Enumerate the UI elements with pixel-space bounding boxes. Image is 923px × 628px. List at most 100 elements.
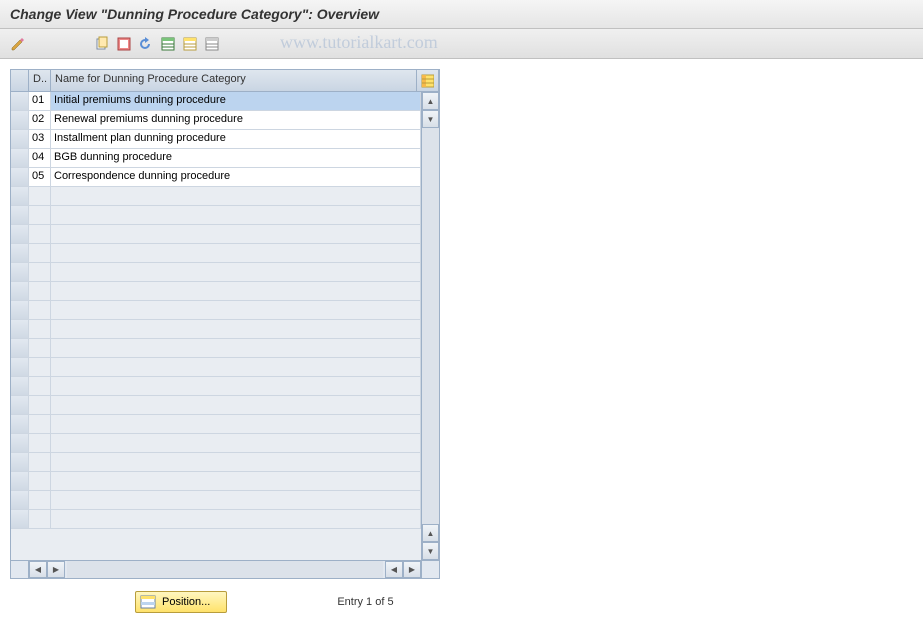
rows-container: 01Initial premiums dunning procedure02Re… [11, 92, 421, 560]
cell-name[interactable]: BGB dunning procedure [51, 149, 421, 167]
cell-code-empty [29, 263, 51, 281]
row-selector[interactable] [11, 510, 29, 528]
table-row-empty [11, 187, 421, 206]
toolbar: www.tutorialkart.com [0, 29, 923, 59]
select-all-button[interactable] [114, 34, 134, 54]
table-grey-icon [204, 36, 220, 52]
header-name-column[interactable]: Name for Dunning Procedure Category [51, 70, 417, 91]
table-row-empty [11, 358, 421, 377]
row-selector[interactable] [11, 187, 29, 205]
cell-code[interactable]: 05 [29, 168, 51, 186]
position-button[interactable]: Position... [135, 591, 227, 613]
more-button[interactable] [202, 34, 222, 54]
cell-name-empty [51, 396, 421, 414]
undo-button[interactable] [136, 34, 156, 54]
header-code-column[interactable]: D.. [29, 70, 51, 91]
row-selector[interactable] [11, 415, 29, 433]
table-row-empty [11, 320, 421, 339]
position-icon [140, 594, 156, 610]
cell-code-empty [29, 434, 51, 452]
cell-code[interactable]: 02 [29, 111, 51, 129]
scroll-up-button[interactable]: ▲ [422, 92, 439, 110]
scroll-left-button[interactable]: ◀ [29, 561, 47, 578]
table-green-icon [160, 36, 176, 52]
cell-code-empty [29, 339, 51, 357]
table-row-empty [11, 244, 421, 263]
table-row[interactable]: 05Correspondence dunning procedure [11, 168, 421, 187]
scroll-right-step-button[interactable]: ▶ [47, 561, 65, 578]
page-title: Change View "Dunning Procedure Category"… [10, 6, 913, 22]
table-row[interactable]: 01Initial premiums dunning procedure [11, 92, 421, 111]
vertical-scrollbar[interactable]: ▲ ▼ ▲ ▼ [421, 92, 439, 560]
scroll-down-button[interactable]: ▼ [422, 542, 439, 560]
row-selector[interactable] [11, 320, 29, 338]
row-selector[interactable] [11, 339, 29, 357]
table-row-empty [11, 282, 421, 301]
table-body: 01Initial premiums dunning procedure02Re… [11, 92, 439, 560]
row-selector[interactable] [11, 149, 29, 167]
undo-icon [138, 36, 154, 52]
row-selector[interactable] [11, 491, 29, 509]
row-selector[interactable] [11, 301, 29, 319]
data-table: D.. Name for Dunning Procedure Category … [10, 69, 440, 579]
table-row-empty [11, 377, 421, 396]
table-config-button[interactable] [417, 70, 439, 91]
table-row-empty [11, 453, 421, 472]
header-select-column[interactable] [11, 70, 29, 91]
horizontal-scrollbar[interactable]: ◀ ▶ ◀ ▶ [11, 560, 439, 578]
row-selector[interactable] [11, 244, 29, 262]
table-settings-button[interactable] [158, 34, 178, 54]
edit-button[interactable] [8, 34, 28, 54]
cell-name[interactable]: Correspondence dunning procedure [51, 168, 421, 186]
cell-code-empty [29, 301, 51, 319]
cell-code-empty [29, 415, 51, 433]
cell-name[interactable]: Renewal premiums dunning procedure [51, 111, 421, 129]
scroll-right-button[interactable]: ▶ [403, 561, 421, 578]
table-yellow-icon [182, 36, 198, 52]
hscroll-track[interactable] [67, 561, 383, 578]
scroll-up-step-button[interactable]: ▲ [422, 524, 439, 542]
cell-name-empty [51, 320, 421, 338]
row-selector[interactable] [11, 111, 29, 129]
row-selector[interactable] [11, 206, 29, 224]
copy-icon [94, 36, 110, 52]
copy-button[interactable] [92, 34, 112, 54]
row-selector[interactable] [11, 225, 29, 243]
cell-name[interactable]: Initial premiums dunning procedure [51, 92, 421, 110]
cell-code[interactable]: 01 [29, 92, 51, 110]
row-selector[interactable] [11, 434, 29, 452]
cell-code[interactable]: 03 [29, 130, 51, 148]
cell-name-empty [51, 339, 421, 357]
row-selector[interactable] [11, 358, 29, 376]
scroll-left-step-button[interactable]: ◀ [385, 561, 403, 578]
cell-code-empty [29, 225, 51, 243]
row-selector[interactable] [11, 472, 29, 490]
row-selector[interactable] [11, 453, 29, 471]
row-selector[interactable] [11, 263, 29, 281]
table-row[interactable]: 03Installment plan dunning procedure [11, 130, 421, 149]
scroll-track[interactable] [422, 128, 439, 524]
entry-counter: Entry 1 of 5 [337, 596, 393, 608]
scroll-down-step-button[interactable]: ▼ [422, 110, 439, 128]
table-row[interactable]: 02Renewal premiums dunning procedure [11, 111, 421, 130]
table-row[interactable]: 04BGB dunning procedure [11, 149, 421, 168]
title-bar: Change View "Dunning Procedure Category"… [0, 0, 923, 29]
position-button-label: Position... [162, 596, 210, 608]
pencil-icon [10, 36, 26, 52]
table-row-empty [11, 472, 421, 491]
cell-code-empty [29, 377, 51, 395]
cell-code-empty [29, 206, 51, 224]
table-row-empty [11, 225, 421, 244]
row-selector[interactable] [11, 282, 29, 300]
row-selector[interactable] [11, 130, 29, 148]
table-row-empty [11, 434, 421, 453]
row-selector[interactable] [11, 92, 29, 110]
row-selector[interactable] [11, 396, 29, 414]
cell-code-empty [29, 187, 51, 205]
cell-code[interactable]: 04 [29, 149, 51, 167]
save-variant-button[interactable] [180, 34, 200, 54]
row-selector[interactable] [11, 168, 29, 186]
row-selector[interactable] [11, 377, 29, 395]
cell-name[interactable]: Installment plan dunning procedure [51, 130, 421, 148]
cell-name-empty [51, 206, 421, 224]
